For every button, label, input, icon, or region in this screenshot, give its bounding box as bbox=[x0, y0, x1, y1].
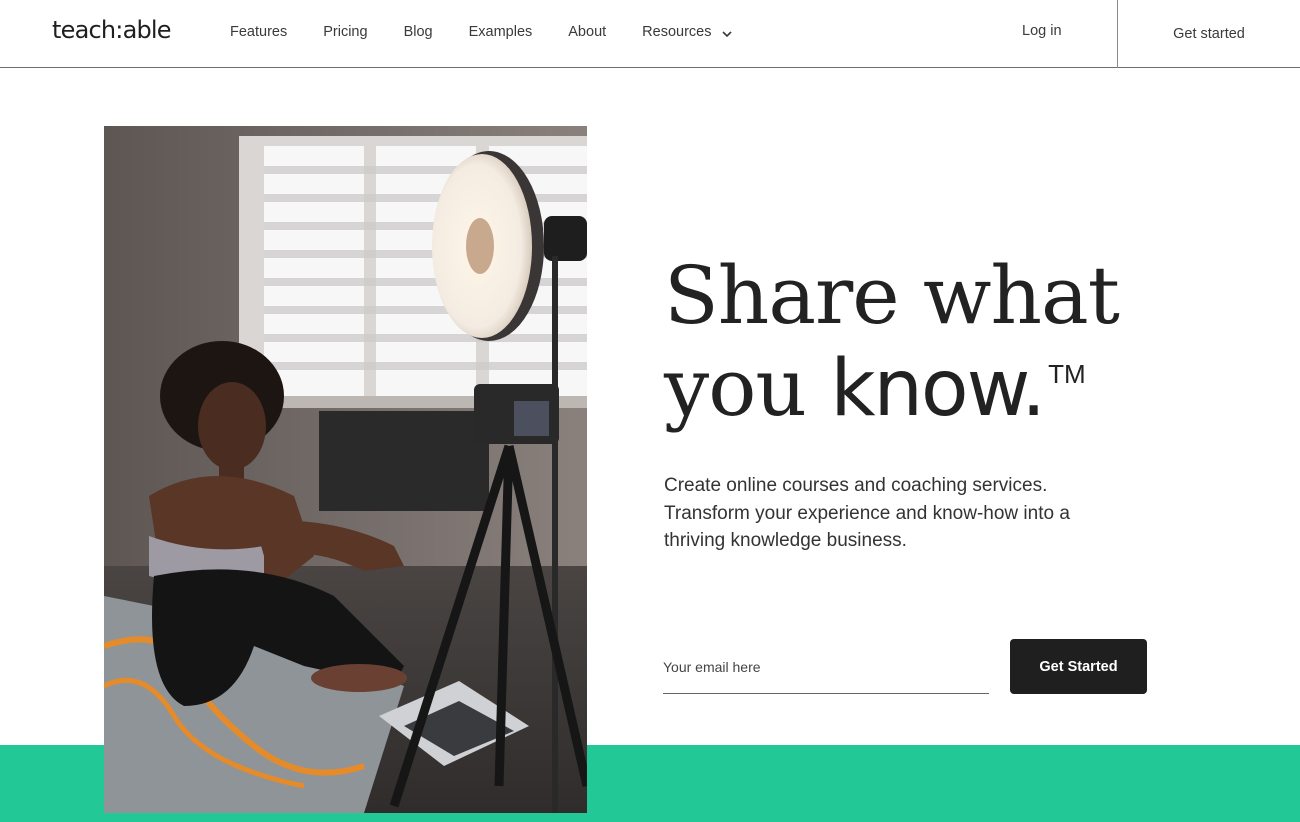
main-nav: Features Pricing Blog Examples About Res… bbox=[230, 24, 769, 40]
get-started-header-button[interactable]: Get started bbox=[1118, 0, 1300, 67]
nav-features[interactable]: Features bbox=[230, 24, 287, 40]
nav-examples[interactable]: Examples bbox=[469, 24, 533, 40]
nav-label: Examples bbox=[468, 24, 533, 40]
hero-image bbox=[104, 126, 587, 813]
site-header: teach:able Features Pricing Blog Example… bbox=[0, 0, 1300, 68]
headline-line-2: you know. TM bbox=[664, 342, 1184, 435]
nav-resources-dropdown[interactable]: Resources bbox=[642, 24, 733, 40]
nav-label: Pricing bbox=[323, 24, 368, 40]
nav-pricing[interactable]: Pricing bbox=[323, 24, 367, 40]
chevron-down-icon bbox=[721, 27, 733, 38]
logo[interactable]: teach:able bbox=[52, 16, 172, 44]
hero-subcopy: Create online courses and coaching servi… bbox=[664, 475, 1070, 551]
nav-about[interactable]: About bbox=[568, 24, 606, 40]
nav-label: Resources bbox=[642, 24, 712, 40]
email-input[interactable] bbox=[663, 648, 989, 693]
email-field-wrapper bbox=[663, 648, 989, 694]
hero-headline: Share what you know. TM bbox=[664, 250, 1184, 435]
headline-you: you bbox=[664, 341, 831, 434]
login-link[interactable]: Log in bbox=[1022, 23, 1062, 39]
headline-line-1: Share what bbox=[664, 249, 1120, 342]
headline-know: know. bbox=[830, 344, 1046, 434]
nav-blog[interactable]: Blog bbox=[404, 24, 433, 40]
nav-label: About bbox=[568, 24, 607, 40]
nav-label: Features bbox=[230, 24, 288, 40]
trademark-mark: TM bbox=[1048, 359, 1086, 389]
nav-label: Blog bbox=[403, 24, 433, 40]
get-started-button[interactable]: Get Started bbox=[1010, 639, 1147, 694]
